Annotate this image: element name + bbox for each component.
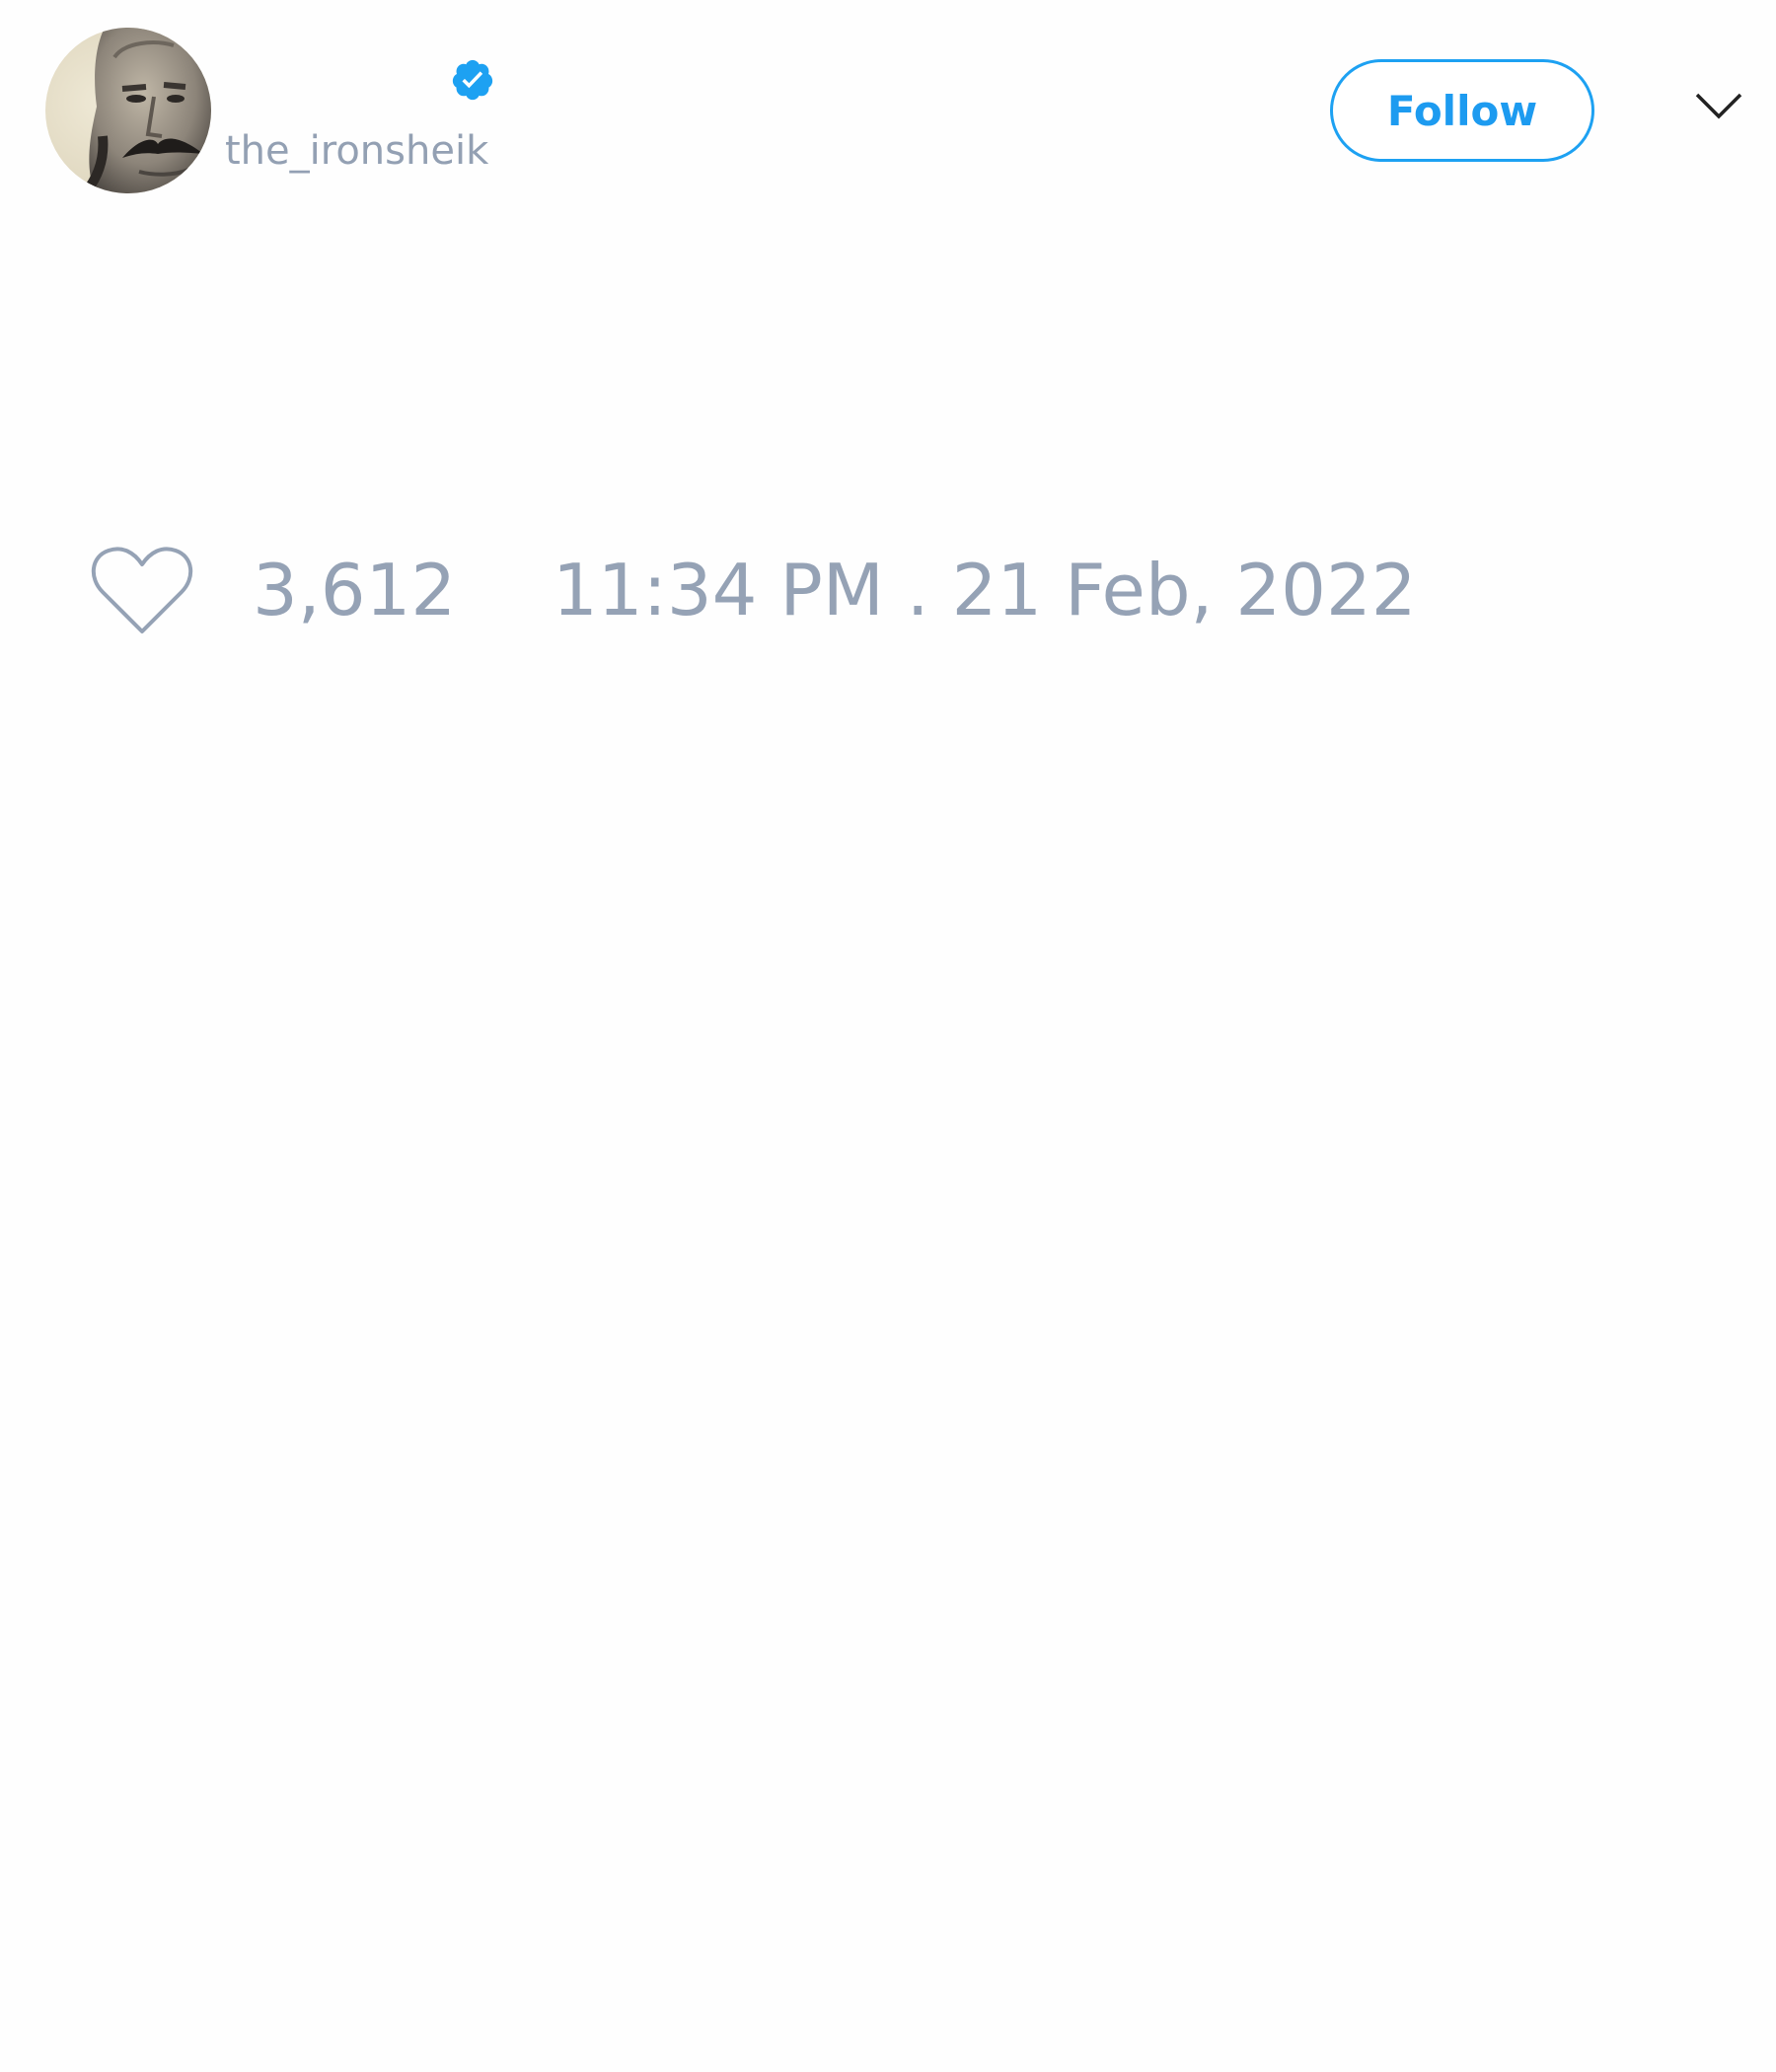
author-handle[interactable]: the_ironsheik bbox=[225, 126, 488, 176]
avatar[interactable] bbox=[45, 28, 211, 193]
tweet-card: the_ironsheik Follow 3,612 11:34 PM . 21… bbox=[0, 0, 1776, 2072]
follow-button[interactable]: Follow bbox=[1330, 59, 1594, 162]
tweet-timestamp[interactable]: 11:34 PM . 21 Feb, 2022 bbox=[553, 548, 1417, 632]
chevron-down-icon[interactable] bbox=[1693, 89, 1744, 122]
like-count: 3,612 bbox=[253, 549, 457, 631]
profile-photo bbox=[45, 28, 211, 193]
heart-outline-icon[interactable] bbox=[89, 543, 195, 637]
verified-badge-icon bbox=[452, 59, 493, 101]
